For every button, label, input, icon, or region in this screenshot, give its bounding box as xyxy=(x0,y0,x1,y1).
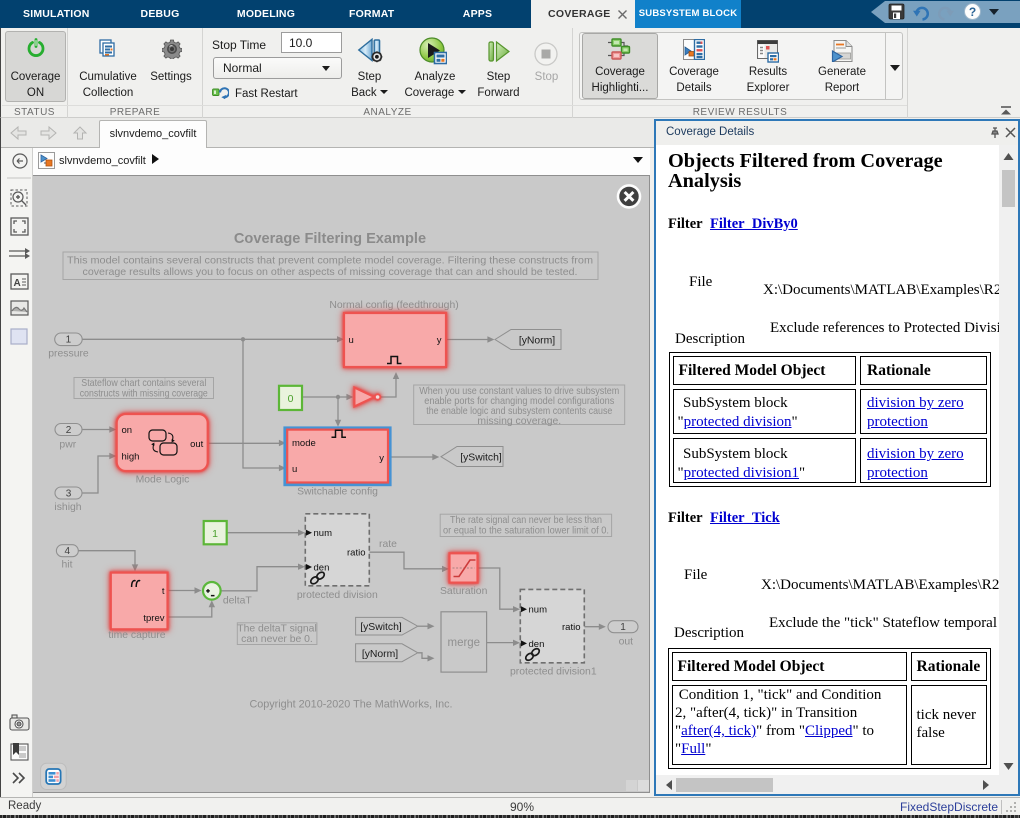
svg-text:pwr: pwr xyxy=(59,440,76,451)
svg-text:or equal to the saturation low: or equal to the saturation lower limit o… xyxy=(443,526,609,537)
svg-text:y: y xyxy=(379,453,384,464)
svg-text:num: num xyxy=(314,528,333,539)
svg-text:4: 4 xyxy=(65,546,71,557)
svg-text:[yNorm]: [yNorm] xyxy=(519,335,555,346)
svg-text:1: 1 xyxy=(212,528,218,540)
svg-text:ishigh: ishigh xyxy=(54,502,81,513)
svg-text:time capture: time capture xyxy=(108,630,165,641)
svg-text:Mode Logic: Mode Logic xyxy=(136,475,190,486)
svg-text:num: num xyxy=(529,605,548,616)
svg-text:rate: rate xyxy=(379,539,397,550)
svg-text:This model contains several co: This model contains several constructs t… xyxy=(67,256,593,267)
svg-text:can never be 0.: can never be 0. xyxy=(241,634,313,645)
svg-text:1: 1 xyxy=(66,335,72,346)
svg-text:out: out xyxy=(619,637,634,648)
svg-text:3: 3 xyxy=(66,488,72,499)
svg-text:The rate signal can never be l: The rate signal can never be less than xyxy=(450,515,602,526)
svg-text:pressure: pressure xyxy=(48,349,89,360)
svg-text:ratio: ratio xyxy=(347,548,365,559)
svg-text:[ySwitch]: [ySwitch] xyxy=(360,622,402,633)
svg-text:u: u xyxy=(349,335,354,346)
svg-text:out: out xyxy=(190,439,204,450)
svg-text:tprev: tprev xyxy=(143,613,164,624)
svg-text:missing coverage.: missing coverage. xyxy=(477,416,561,427)
svg-text:protected division: protected division xyxy=(297,590,378,601)
svg-text:Normal config (feedthrough): Normal config (feedthrough) xyxy=(329,300,458,311)
svg-text:[ySwitch]: [ySwitch] xyxy=(460,453,502,464)
svg-text:ratio: ratio xyxy=(562,622,580,633)
svg-text:mode: mode xyxy=(292,438,316,449)
svg-text:Saturation: Saturation xyxy=(440,586,488,597)
svg-text:Copyright 2010-2020 The MathWo: Copyright 2010-2020 The MathWorks, Inc. xyxy=(249,699,452,711)
svg-text:Coverage Filtering Example: Coverage Filtering Example xyxy=(234,231,426,247)
svg-text:A: A xyxy=(14,278,21,289)
svg-text:y: y xyxy=(437,335,442,346)
svg-text:The deltaT signal: The deltaT signal xyxy=(237,623,317,634)
svg-text:Switchable config: Switchable config xyxy=(297,487,378,498)
svg-text:hit: hit xyxy=(62,559,73,570)
svg-text:u: u xyxy=(292,464,297,475)
svg-text:deltaT: deltaT xyxy=(223,596,253,607)
svg-text:t: t xyxy=(162,586,165,597)
svg-text:coverage results allows you to: coverage results allows you to focus on … xyxy=(83,267,578,278)
svg-text:?: ? xyxy=(969,5,976,19)
svg-text:0: 0 xyxy=(288,393,294,405)
svg-text:high: high xyxy=(122,452,140,463)
svg-text:on: on xyxy=(122,425,133,436)
svg-text:[yNorm]: [yNorm] xyxy=(362,649,398,660)
svg-text:2: 2 xyxy=(66,425,72,436)
svg-text:protected division1: protected division1 xyxy=(510,666,597,677)
svg-text:constructs with missing covera: constructs with missing coverage xyxy=(80,388,208,399)
svg-text:1: 1 xyxy=(620,622,626,633)
svg-text:merge: merge xyxy=(447,637,480,649)
